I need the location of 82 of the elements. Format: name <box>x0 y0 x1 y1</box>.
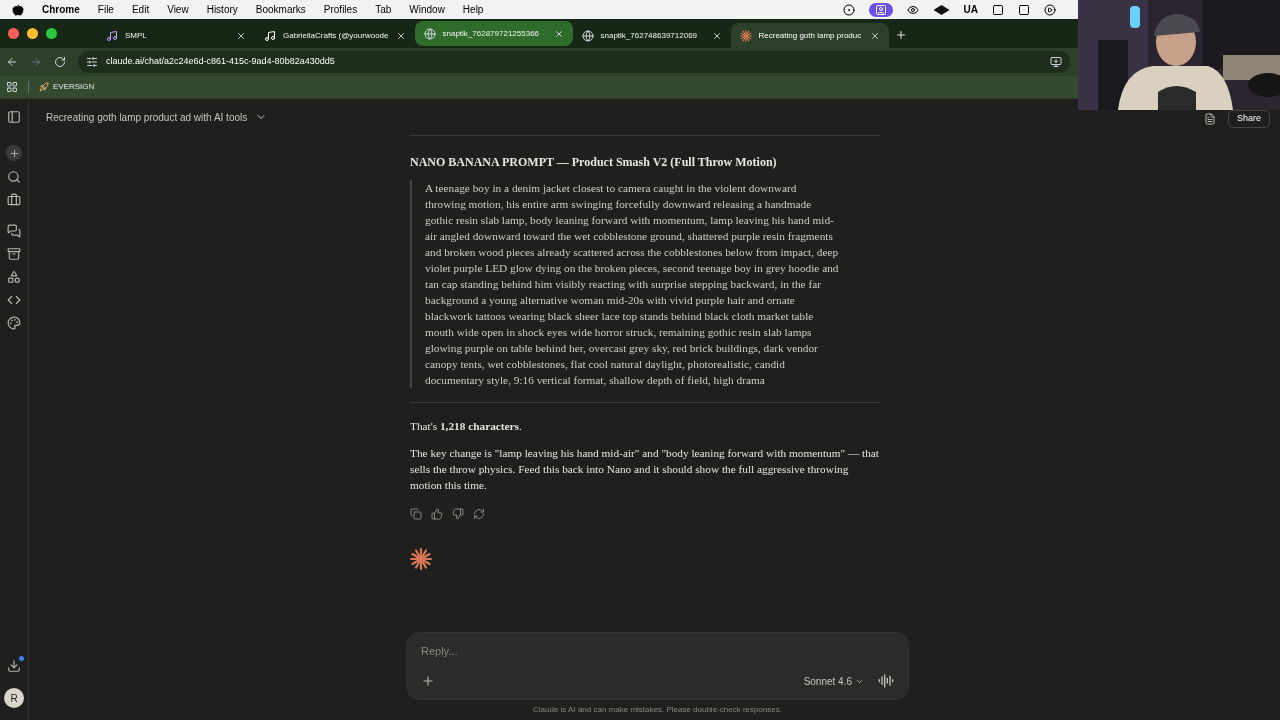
square-icon[interactable] <box>1018 3 1030 16</box>
prompt-quote: A teenage boy in a denim jacket closest to camera caught in the violent downward throwing motion, his entire arm swinging forcefully downward releasing a handmade gothic resin slab lamp, body leaning forward with momentum, lamp leaving his hand mid-air angled downward toward the wet cobblestone ground, shattered purple resin fragments and broken wood pieces already scattered across the cobblestones below from impact, deep violet purple LED glow dying on the broken pieces, second teenage boy in grey hoodie and tan cap standing behind him visibly reacting with surprise stepping backward, in the far background a young alternative woman mid-20s with vivid purple hair and ornate blackwork tattoos wearing black sheer lace top stands behind black cloth market table mouth wide open in shock eyes wide horror struck, remaining gothic resin slab lamps glowing purple on table behind her, overcast grey sky, red brick buildings, dark vendor canopy tents, wet cobblestones, flat cool natural daylight, photorealistic, candid documentary style, 9:16 vertical format, shallow depth of field, high drama <box>425 181 840 388</box>
back-icon[interactable] <box>6 56 18 68</box>
menu-item[interactable]: View <box>167 2 189 17</box>
tab-title: SMPL <box>125 29 148 42</box>
thumbs-down-icon[interactable] <box>452 508 464 520</box>
prompt-heading: NANO BANANA PROMPT — Product Smash V2 (Full Throw Motion) <box>410 154 778 171</box>
chat-title[interactable]: Recreating goth lamp product ad with AI tools <box>46 109 268 125</box>
menu-app-name[interactable]: Chrome <box>42 2 80 17</box>
menu-item[interactable]: Help <box>462 2 484 17</box>
screen-share-status[interactable] <box>868 2 893 17</box>
play-icon[interactable] <box>1044 3 1056 16</box>
browser-tab[interactable]: snaptik_762879721255366 <box>414 21 573 46</box>
menu-item[interactable]: Profiles <box>323 2 358 17</box>
briefcase-icon[interactable] <box>7 193 21 207</box>
new-tab-icon[interactable] <box>894 29 907 41</box>
response-paragraph: The key change is "lamp leaving his hand mid-air" and "body leaning forward with momentum" — that sells the throw physics. Feed this back into Nano and it should show the full aggressive throwing motion this time. <box>410 446 880 493</box>
palette-icon[interactable] <box>7 316 21 330</box>
disclaimer: Claude is AI and can make mistakes. Please double-check responses. <box>533 704 782 716</box>
model-selector[interactable]: Sonnet 4.6 <box>803 673 864 689</box>
browser-tab[interactable]: Recreating goth lamp produc <box>730 23 889 48</box>
code-icon[interactable] <box>7 293 21 307</box>
reply-field[interactable]: Reply... <box>421 643 894 660</box>
copy-icon[interactable] <box>410 508 422 520</box>
url-text: claude.ai/chat/a2c24e6d-c861-415c-9ad4-80b82a430dd5 <box>106 55 335 69</box>
note-icon <box>264 29 276 42</box>
minimize-window-button[interactable] <box>27 28 38 39</box>
browser-tab[interactable]: snaptik_762748639712069 <box>572 23 731 48</box>
music-icon <box>106 29 118 42</box>
add-icon[interactable] <box>421 674 435 688</box>
eye-icon[interactable] <box>906 3 919 16</box>
menu-item[interactable]: History <box>206 2 238 17</box>
close-icon[interactable] <box>869 30 880 41</box>
new-chat-button[interactable] <box>6 145 22 161</box>
response-paragraph: That's 1,218 characters. <box>410 419 523 434</box>
user-avatar[interactable]: R <box>4 688 24 708</box>
chats-icon[interactable] <box>7 224 21 238</box>
browser-tab[interactable]: SMPL <box>97 23 255 48</box>
thumbs-up-icon[interactable] <box>431 508 443 520</box>
menu-item[interactable]: Edit <box>131 2 150 17</box>
bookmark[interactable]: EVERSIGN <box>39 81 95 93</box>
maximize-window-button[interactable] <box>46 28 57 39</box>
search-icon[interactable] <box>7 170 21 184</box>
share-button[interactable]: Share <box>1227 110 1270 128</box>
menu-item[interactable]: Window <box>409 2 445 17</box>
reload-icon[interactable] <box>54 56 66 68</box>
close-icon[interactable] <box>395 30 406 41</box>
close-icon[interactable] <box>711 30 722 41</box>
status-text[interactable]: UA <box>963 2 978 17</box>
status-icon[interactable] <box>842 3 855 16</box>
close-icon[interactable] <box>553 28 564 39</box>
voice-icon[interactable] <box>878 673 894 689</box>
menu-item[interactable]: Bookmarks <box>255 2 306 17</box>
tab-title: snaptik_762879721255366 <box>442 27 541 40</box>
install-icon[interactable] <box>1050 56 1062 68</box>
site-settings-icon[interactable] <box>86 56 98 68</box>
retry-icon[interactable] <box>473 508 485 520</box>
spark-icon <box>739 29 752 42</box>
close-icon[interactable] <box>236 30 246 41</box>
menu-item[interactable]: Tab <box>375 2 392 17</box>
browser-tab[interactable]: GabriellaCrafts (@yourwoode <box>255 23 415 48</box>
spark-icon <box>410 548 432 570</box>
user-screen-icon <box>874 3 887 16</box>
menu-item[interactable]: File <box>97 2 114 17</box>
download-icon[interactable] <box>7 659 21 673</box>
box-icon[interactable] <box>7 247 21 261</box>
apps-icon[interactable] <box>6 81 18 93</box>
apple-icon[interactable] <box>12 3 24 16</box>
tab-title: snaptik_762748639712069 <box>600 29 699 42</box>
address-field[interactable]: claude.ai/chat/a2c24e6d-c861-415c-9ad4-80b82a430dd5 <box>78 51 1070 73</box>
globe-icon <box>581 29 594 42</box>
tab-title: Recreating goth lamp produc <box>758 29 863 42</box>
tab-title: GabriellaCrafts (@yourwoode <box>283 29 389 42</box>
plus-icon <box>8 147 20 159</box>
close-window-button[interactable] <box>8 28 19 39</box>
document-icon[interactable] <box>1203 113 1216 125</box>
rocket-icon <box>39 82 49 92</box>
globe-icon <box>423 27 436 40</box>
square-icon[interactable] <box>992 3 1004 16</box>
apps-icon[interactable] <box>7 270 21 284</box>
diamond-icon[interactable] <box>932 4 950 15</box>
sidebar-toggle-icon[interactable] <box>7 110 21 124</box>
